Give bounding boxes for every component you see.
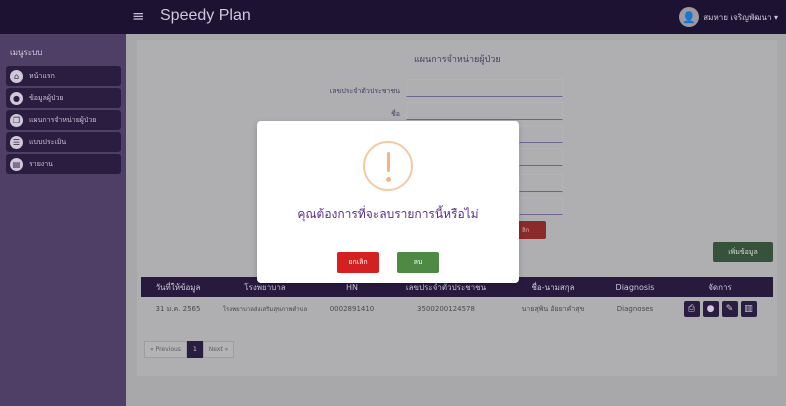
copy-icon: ❐ [10,113,23,127]
sidebar-item-report[interactable]: ▤ รายงาน [6,154,121,174]
sidebar-item-patients[interactable]: ● ข้อมูลผู้ป่วย [6,88,121,108]
form-input[interactable] [519,197,563,215]
cell-hospital: โรงพยาบาลส่งเสริมสุขภาพตำบล [222,306,308,313]
cell-diagnosis: Diagnoses [616,305,654,313]
brand-title: Speedy Plan [160,7,251,24]
col-header-actions: จัดการ [708,282,732,292]
form-select[interactable] [519,174,563,192]
sidebar-title: เมนูระบบ [10,48,43,57]
avatar-icon: 👤 [679,7,700,27]
user-name: สมหาย เจริญพัฒนา ▾ [703,12,778,22]
sidebar-item-label: ข้อมูลผู้ป่วย [29,93,64,102]
cell-hn: 0002891410 [329,305,375,313]
table-row: 31 ม.ค. 2565 โรงพยาบาลส่งเสริมสุขภาพตำบล… [141,298,773,320]
prev-page-button[interactable]: « Previous [144,341,187,358]
cell-fullname: นายสุพิน อัยยาคำสุข [521,304,585,313]
sidebar-item-label: แผนการจำหน่ายผู้ป่วย [29,115,97,124]
warning-icon [363,141,413,191]
user-icon: ● [10,91,23,105]
sidebar-item-label: รายงาน [29,159,53,168]
report-icon: ▤ [10,157,23,171]
field-label-citizen-id: เลขประจำตัวประชาชน [329,87,400,95]
next-page-button[interactable]: Next » [202,341,235,358]
print-icon[interactable]: ⎙ [683,301,700,317]
col-header-hn: HN [346,282,358,292]
field-label-name: ชื่อ [391,110,400,118]
pagination: « Previous 1 Next » [144,341,235,358]
top-navbar: ≡ Speedy Plan 👤 สมหาย เจริญพัฒนา ▾ [0,0,786,34]
cell-citizen-id: 3500200124578 [417,305,475,313]
row-actions: ⎙ ● ✎ ▥ [667,301,773,317]
form-input[interactable] [519,125,563,143]
trash-icon[interactable]: ▥ [740,301,757,317]
user-menu[interactable]: 👤 สมหาย เจริญพัฒนา ▾ [679,7,778,27]
user-icon[interactable]: ● [702,301,719,317]
edit-icon[interactable]: ✎ [721,301,738,317]
sidebar-item-discharge-plan[interactable]: ❐ แผนการจำหน่ายผู้ป่วย [6,110,121,130]
col-header-date: วันที่ให้ข้อมูล [155,282,201,292]
col-header-diagnosis: Diagnosis [615,282,655,292]
confirm-delete-dialog: คุณต้องการที่จะลบรายการนี้หรือไม่ ยกเลิก… [257,121,519,283]
list-icon: ☰ [10,135,23,149]
cancel-button[interactable]: ยกเลิก [337,252,379,273]
sidebar-item-label: แบบประเมิน [29,137,67,146]
sidebar-item-assessment[interactable]: ☰ แบบประเมิน [6,132,121,152]
form-input[interactable] [519,148,563,166]
cell-date: 31 ม.ค. 2565 [155,304,201,313]
citizen-id-input[interactable] [406,79,563,97]
add-data-button[interactable]: เพิ่มข้อมูล [713,242,773,262]
home-icon: ⌂ [10,69,23,83]
sidebar-item-label: หน้าแรก [29,71,55,80]
dialog-message: คุณต้องการที่จะลบรายการนี้หรือไม่ [297,207,479,221]
sidebar-item-home[interactable]: ⌂ หน้าแรก [6,66,121,86]
page-1-button[interactable]: 1 [186,341,203,358]
search-button[interactable]: ลิก [519,221,546,239]
name-input[interactable] [406,102,563,120]
col-header-fullname: ชื่อ-นามสกุล [531,282,575,292]
confirm-delete-button[interactable]: ลบ [397,252,439,273]
hamburger-menu-icon[interactable]: ≡ [132,9,145,24]
page-title: แผนการจำหน่ายผู้ป่วย [414,55,501,65]
